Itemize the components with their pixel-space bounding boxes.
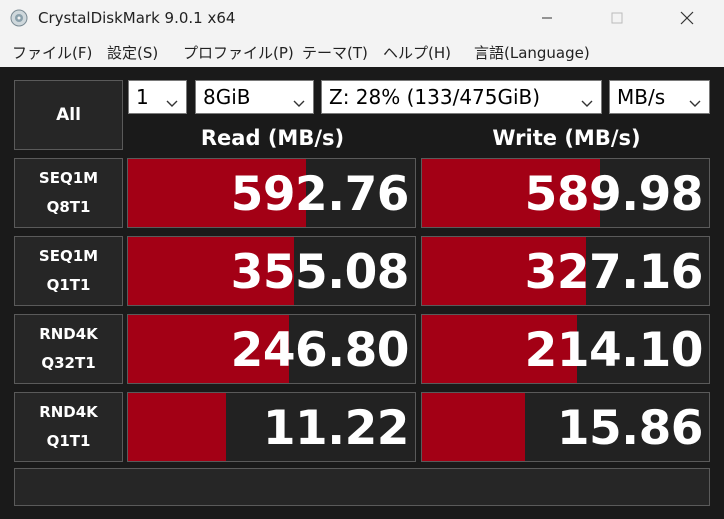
unit-select[interactable]: MB/s [609,80,710,114]
test-name: RND4K [39,325,98,343]
read-result-cell: 246.80 [127,314,416,384]
test-rnd4k-q32t1-button[interactable]: RND4K Q32T1 [14,314,123,384]
chevron-down-icon [293,93,305,112]
write-result-cell: 589.98 [421,158,710,228]
test-params: Q1T1 [46,276,91,294]
write-result-cell: 327.16 [421,236,710,306]
test-count-value: 1 [136,85,149,109]
maximize-icon [611,12,623,24]
chevron-down-icon [689,93,701,112]
test-name: RND4K [39,403,98,421]
test-size-select[interactable]: 8GiB [195,80,314,114]
read-result-cell: 355.08 [127,236,416,306]
minimize-button[interactable] [524,0,570,36]
read-result-cell: 592.76 [127,158,416,228]
chevron-down-icon [166,93,178,112]
drive-select[interactable]: Z: 28% (133/475GiB) [321,80,602,114]
menu-bar: ファイル(F) 設定(S) プロファイル(P) テーマ(T) ヘルプ(H) 言語… [0,36,724,67]
read-result-value: 246.80 [230,323,410,378]
test-name: SEQ1M [38,169,99,187]
read-result-value: 355.08 [230,245,410,300]
minimize-icon [541,12,553,24]
test-size-value: 8GiB [203,85,251,109]
write-result-value: 214.10 [524,323,704,378]
write-result-value: 15.86 [556,401,704,456]
drive-value: Z: 28% (133/475GiB) [329,85,541,109]
test-params: Q8T1 [46,198,91,216]
test-params: Q1T1 [46,432,91,450]
window-title: CrystalDiskMark 9.0.1 x64 [38,9,236,27]
menu-profile[interactable]: プロファイル(P) [183,42,294,63]
read-result-cell: 11.22 [127,392,416,462]
write-result-cell: 214.10 [421,314,710,384]
unit-value: MB/s [617,85,666,109]
menu-help[interactable]: ヘルプ(H) [383,42,451,63]
title-bar[interactable]: CrystalDiskMark 9.0.1 x64 [0,0,724,36]
write-result-cell: 15.86 [421,392,710,462]
write-result-value: 589.98 [524,167,704,222]
test-params: Q32T1 [41,354,96,372]
test-rnd4k-q1t1-button[interactable]: RND4K Q1T1 [14,392,123,462]
menu-file[interactable]: ファイル(F) [12,42,92,63]
run-all-button[interactable]: All [14,80,123,150]
close-button[interactable] [664,0,710,36]
read-result-value: 11.22 [262,401,410,456]
disk-app-icon [10,9,28,27]
test-seq1m-q8t1-button[interactable]: SEQ1M Q8T1 [14,158,123,228]
read-progress-bar [128,393,226,461]
menu-theme[interactable]: テーマ(T) [302,42,368,63]
maximize-button[interactable] [594,0,640,36]
test-name: SEQ1M [38,247,99,265]
test-count-select[interactable]: 1 [128,80,187,114]
comment-box[interactable] [14,468,710,506]
write-progress-bar [422,393,526,461]
menu-settings[interactable]: 設定(S) [107,42,158,63]
menu-language[interactable]: 言語(Language) [474,42,590,63]
test-seq1m-q1t1-button[interactable]: SEQ1M Q1T1 [14,236,123,306]
read-result-value: 592.76 [230,167,410,222]
write-result-value: 327.16 [524,245,704,300]
close-icon [680,11,694,25]
write-header: Write (MB/s) [492,126,641,150]
read-header: Read (MB/s) [200,126,345,150]
chevron-down-icon [581,93,593,112]
